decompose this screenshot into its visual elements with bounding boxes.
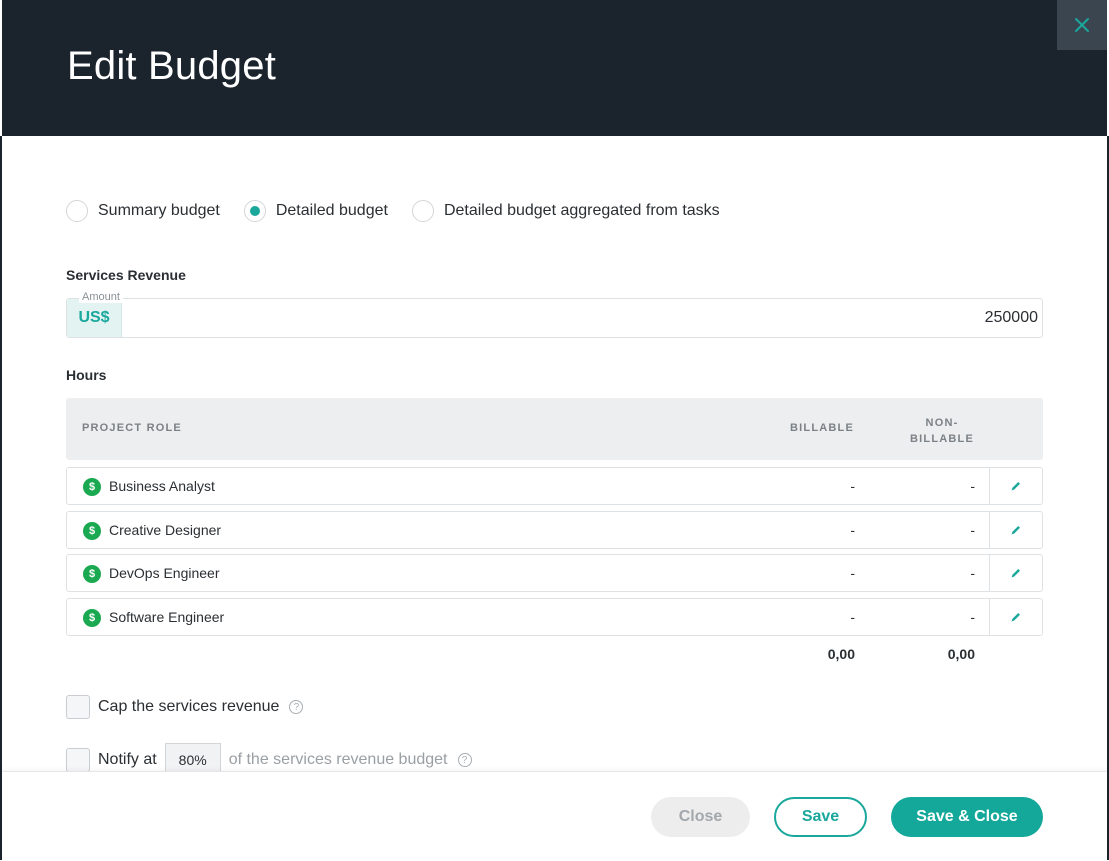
close-x-icon bbox=[1075, 18, 1089, 32]
edit-row-button[interactable] bbox=[989, 599, 1042, 635]
pencil-icon bbox=[1011, 526, 1020, 535]
pencil-icon bbox=[1011, 482, 1020, 491]
dialog-footer: Close Save Save & Close bbox=[2, 771, 1107, 861]
save-and-close-button[interactable]: Save & Close bbox=[891, 797, 1043, 837]
edit-row-button[interactable] bbox=[989, 512, 1042, 548]
dollar-icon: $ bbox=[83, 609, 101, 627]
dialog-title: Edit Budget bbox=[67, 44, 277, 88]
currency-prefix: US$ bbox=[67, 299, 122, 337]
total-non-billable: 0,00 bbox=[947, 646, 975, 662]
role-name: Creative Designer bbox=[109, 522, 222, 538]
amount-field-legend: Amount bbox=[79, 291, 123, 303]
hours-table-header: PROJECT ROLE BILLABLE NON- BILLABLE bbox=[66, 398, 1043, 460]
table-row: $ Creative Designer - - bbox=[66, 511, 1043, 549]
dollar-icon: $ bbox=[83, 522, 101, 540]
help-icon[interactable]: ? bbox=[457, 753, 472, 767]
column-header-non-billable: NON- BILLABLE bbox=[910, 415, 974, 447]
radio-detailed-budget-aggregated[interactable]: Detailed budget aggregated from tasks bbox=[411, 200, 720, 222]
billable-cell: - bbox=[850, 478, 855, 494]
amount-input[interactable] bbox=[123, 299, 1038, 337]
radio-label: Detailed budget aggregated from tasks bbox=[443, 202, 720, 219]
pencil-icon bbox=[1011, 613, 1020, 622]
notify-checkbox[interactable] bbox=[66, 748, 90, 772]
table-row: $ Software Engineer - - bbox=[66, 598, 1043, 636]
edit-row-button[interactable] bbox=[989, 468, 1042, 504]
dialog-header: Edit Budget bbox=[2, 0, 1107, 136]
pencil-icon bbox=[1011, 569, 1020, 578]
radio-circle-checked[interactable] bbox=[243, 200, 266, 222]
billable-cell: - bbox=[850, 609, 855, 625]
table-row: $ Business Analyst - - bbox=[66, 467, 1043, 505]
cap-revenue-option: Cap the services revenue ? bbox=[66, 695, 304, 719]
non-billable-cell: - bbox=[970, 565, 975, 581]
dollar-icon: $ bbox=[83, 565, 101, 583]
edit-row-button[interactable] bbox=[989, 555, 1042, 591]
radio-label: Detailed budget bbox=[275, 202, 388, 219]
dollar-icon: $ bbox=[83, 478, 101, 496]
billable-cell: - bbox=[850, 522, 855, 538]
radio-label: Summary budget bbox=[98, 202, 220, 219]
table-row: $ DevOps Engineer - - bbox=[66, 554, 1043, 592]
hours-heading: Hours bbox=[66, 367, 107, 383]
radio-circle[interactable] bbox=[66, 200, 88, 222]
cap-revenue-checkbox[interactable] bbox=[66, 695, 90, 719]
column-header-project-role: PROJECT ROLE bbox=[82, 422, 182, 434]
column-header-non-billable-line1: NON- bbox=[925, 417, 959, 429]
non-billable-cell: - bbox=[970, 478, 975, 494]
amount-field: US$ Amount bbox=[66, 291, 1043, 338]
notify-label: Notify at bbox=[98, 751, 157, 768]
help-icon[interactable]: ? bbox=[289, 700, 304, 714]
non-billable-cell: - bbox=[970, 609, 975, 625]
services-revenue-heading: Services Revenue bbox=[66, 267, 186, 283]
role-name: Software Engineer bbox=[109, 609, 225, 625]
budget-type-radio-group: Summary budget Detailed budget Detailed … bbox=[66, 200, 744, 222]
radio-detailed-budget[interactable]: Detailed budget bbox=[243, 200, 388, 222]
billable-cell: - bbox=[850, 565, 855, 581]
radio-summary-budget[interactable]: Summary budget bbox=[66, 200, 220, 222]
notify-suffix-label: of the services revenue budget bbox=[228, 751, 448, 768]
non-billable-cell: - bbox=[970, 522, 975, 538]
column-header-non-billable-line2: BILLABLE bbox=[910, 433, 974, 445]
close-dialog-button[interactable] bbox=[1057, 0, 1107, 50]
close-button[interactable]: Close bbox=[651, 797, 750, 837]
save-button[interactable]: Save bbox=[774, 797, 867, 837]
column-header-billable: BILLABLE bbox=[790, 422, 854, 434]
dialog-border-left bbox=[0, 136, 2, 860]
role-name: DevOps Engineer bbox=[109, 565, 220, 581]
cap-revenue-label: Cap the services revenue bbox=[98, 698, 280, 715]
total-billable: 0,00 bbox=[827, 646, 855, 662]
radio-circle[interactable] bbox=[411, 200, 434, 222]
role-name: Business Analyst bbox=[109, 478, 215, 494]
